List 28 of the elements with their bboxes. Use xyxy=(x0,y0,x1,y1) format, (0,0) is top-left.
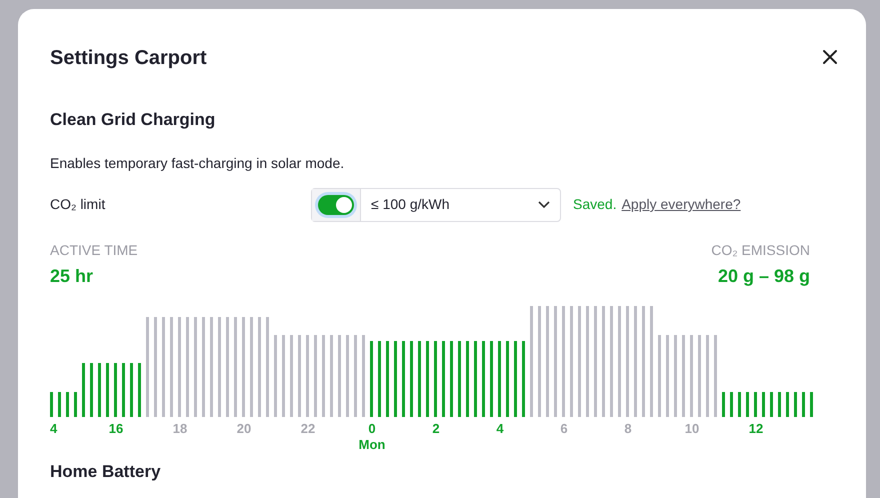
axis-tick-label: 18 xyxy=(172,420,188,438)
axis-tick-label: 2 xyxy=(432,420,440,438)
axis-tick-label: 20 xyxy=(236,420,252,438)
axis-tick-label: 4 xyxy=(496,420,504,438)
axis-tick-label: 22 xyxy=(300,420,316,438)
axis-tick-label: 4 xyxy=(50,420,58,438)
axis-tick-label: 10 xyxy=(684,420,700,438)
apply-everywhere-link[interactable]: Apply everywhere? xyxy=(622,194,741,215)
section-description: Enables temporary fast-charging in solar mode. xyxy=(50,154,346,173)
active-time-value: 25 hr xyxy=(50,264,94,288)
toggle-switch[interactable] xyxy=(318,194,354,214)
axis-tick-label: 16 xyxy=(108,420,124,438)
day-label: Mon xyxy=(358,436,386,454)
axis-tick-label: 6 xyxy=(560,420,568,438)
section-heading: Home Battery xyxy=(50,460,162,482)
axis-tick-label: 0 xyxy=(368,420,376,438)
limit-select[interactable]: ≤ 100 g/kWh xyxy=(361,188,560,220)
section-heading: Clean Grid Charging xyxy=(50,109,216,131)
saved-status: Saved. xyxy=(573,195,617,214)
axis-tick-label: 8 xyxy=(624,420,632,438)
emission-value: 20 g – 98 g xyxy=(718,264,810,288)
limit-label: CO₂ limit xyxy=(50,195,106,214)
emission-label: CO₂ EMISSION xyxy=(711,240,810,260)
close-icon xyxy=(822,49,838,65)
active-time-label: ACTIVE TIME xyxy=(50,240,138,260)
axis-tick-label: 12 xyxy=(748,420,764,438)
dialog-title: Settings Carport xyxy=(50,46,207,71)
chevron-down-icon xyxy=(538,200,550,208)
